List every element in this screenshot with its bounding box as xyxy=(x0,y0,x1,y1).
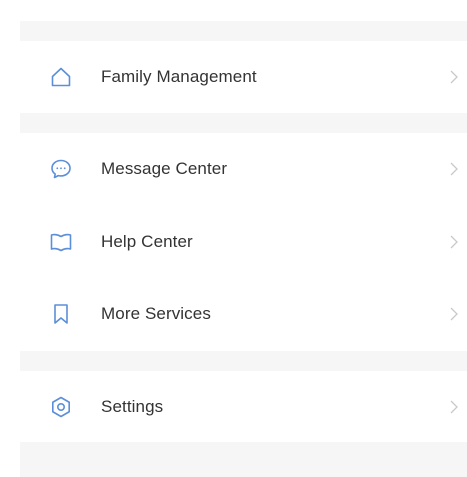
home-icon xyxy=(49,65,73,89)
chevron-right-icon xyxy=(449,306,459,322)
help-center-item[interactable]: Help Center xyxy=(20,206,467,279)
family-management-label: Family Management xyxy=(101,67,257,86)
chevron-right-icon xyxy=(449,69,459,85)
section-spacer xyxy=(20,113,467,133)
chevron-right-icon xyxy=(449,234,459,250)
more-services-label: More Services xyxy=(101,304,211,324)
settings-icon xyxy=(49,395,73,419)
family-management-item[interactable]: Family Management xyxy=(20,41,467,113)
message-center-label: Message Center xyxy=(101,159,228,179)
chevron-right-icon xyxy=(449,399,459,415)
chevron-right-icon xyxy=(449,161,459,177)
menu-group-family: Family Management xyxy=(20,41,467,113)
profile-menu-screen: Family Management Message Center Help Ce… xyxy=(0,0,467,477)
message-center-item[interactable]: Message Center xyxy=(20,133,467,206)
chat-bubble-icon xyxy=(49,157,73,181)
help-center-label: Help Center xyxy=(101,231,193,251)
section-spacer xyxy=(20,21,467,41)
menu-group-settings: Settings xyxy=(20,371,467,442)
book-icon xyxy=(49,230,73,254)
bookmark-icon xyxy=(49,302,73,326)
section-spacer xyxy=(20,351,467,371)
settings-label: Settings xyxy=(101,396,164,416)
section-spacer xyxy=(20,442,467,477)
more-services-item[interactable]: More Services xyxy=(20,278,467,351)
settings-item[interactable]: Settings xyxy=(20,371,467,442)
menu-group-services: Message Center Help Center More Services xyxy=(20,133,467,351)
